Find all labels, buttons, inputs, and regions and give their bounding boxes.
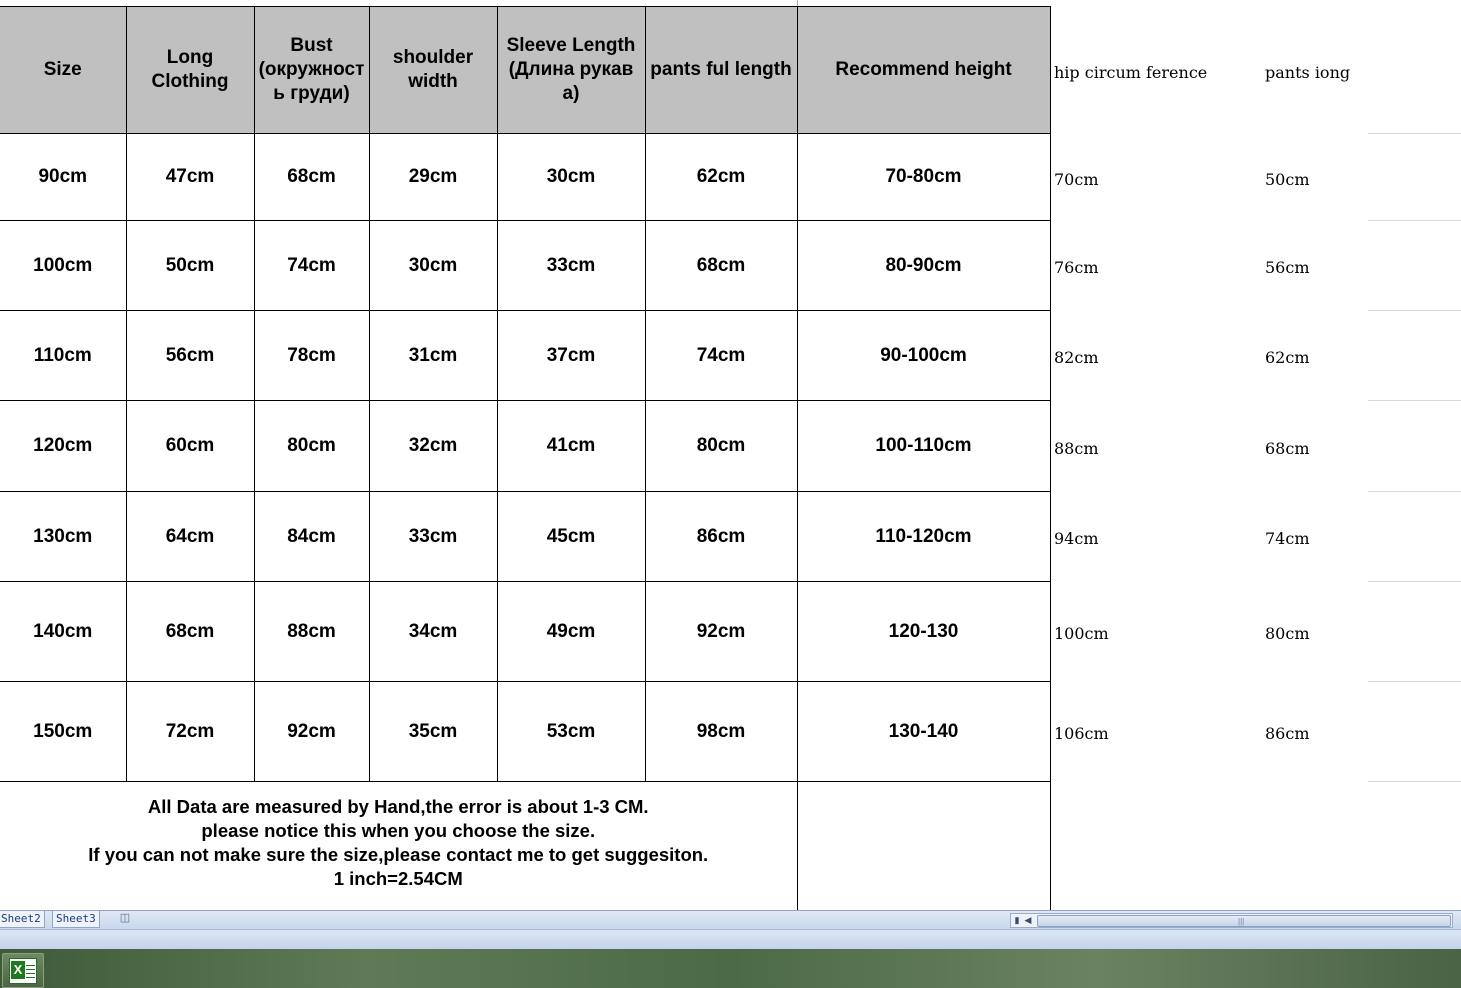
- table-row: 90cm 47cm 68cm 29cm 30cm 62cm 70-80cm: [0, 133, 1051, 221]
- table-cell[interactable]: 82cm: [1054, 348, 1099, 367]
- header-recommend-height[interactable]: Recommend height: [796, 6, 1051, 134]
- excel-taskbar-button[interactable]: X: [2, 953, 44, 988]
- header-pants-long[interactable]: pants iong: [1265, 63, 1350, 82]
- table-cell[interactable]: 45cm: [496, 491, 646, 582]
- scroll-left-icon[interactable]: ◀: [1022, 914, 1034, 927]
- header-sleeve-length[interactable]: Sleeve Length (Длина рукав а): [496, 6, 646, 134]
- table-row: 150cm 72cm 92cm 35cm 53cm 98cm 130-140: [0, 681, 1051, 782]
- empty-cell[interactable]: [796, 781, 1051, 910]
- table-cell[interactable]: 68cm: [644, 220, 798, 311]
- table-cell[interactable]: 34cm: [368, 581, 498, 682]
- table-cell[interactable]: 120-130: [796, 581, 1051, 682]
- table-cell[interactable]: 100cm: [0, 220, 127, 311]
- table-cell[interactable]: 62cm: [1265, 348, 1310, 367]
- table-cell[interactable]: 41cm: [496, 400, 646, 492]
- table-cell[interactable]: 68cm: [253, 133, 370, 221]
- scrollbar-thumb[interactable]: |||: [1037, 915, 1451, 927]
- measurement-note[interactable]: All Data are measured by Hand,the error …: [0, 781, 798, 910]
- table-cell[interactable]: 74cm: [644, 310, 798, 401]
- header-size[interactable]: Size: [0, 6, 127, 134]
- header-long-clothing[interactable]: Long Clothing: [125, 6, 255, 134]
- table-cell[interactable]: 49cm: [496, 581, 646, 682]
- table-cell[interactable]: 80cm: [253, 400, 370, 492]
- sheet-tab-bar: Sheet2 Sheet3 ◫ ▮ ◀ |||: [0, 910, 1461, 929]
- insert-sheet-icon[interactable]: ◫: [118, 912, 132, 925]
- table-row: 120cm 60cm 80cm 32cm 41cm 80cm 100-110cm: [0, 400, 1051, 492]
- taskbar: X: [0, 949, 1461, 988]
- table-cell[interactable]: 110cm: [0, 310, 127, 401]
- table-cell[interactable]: 37cm: [496, 310, 646, 401]
- table-cell[interactable]: 80cm: [1265, 624, 1310, 643]
- table-cell[interactable]: 150cm: [0, 681, 127, 782]
- spreadsheet-area[interactable]: Size Long Clothing Bust (окружност ь груди)…: [0, 0, 1461, 910]
- header-pants-full-length[interactable]: pants ful length: [644, 6, 798, 134]
- table-row: 130cm 64cm 84cm 33cm 45cm 86cm 110-120cm: [0, 491, 1051, 582]
- table-cell[interactable]: 56cm: [125, 310, 255, 401]
- table-cell[interactable]: 110-120cm: [796, 491, 1051, 582]
- header-shoulder-width[interactable]: shoulder width: [368, 6, 498, 134]
- table-cell[interactable]: 56cm: [1265, 258, 1310, 277]
- header-bust[interactable]: Bust (окружност ь груди): [253, 6, 370, 134]
- table-cell[interactable]: 90-100cm: [796, 310, 1051, 401]
- size-table: Size Long Clothing Bust (окружност ь груди)…: [0, 6, 1051, 910]
- table-cell[interactable]: 78cm: [253, 310, 370, 401]
- tab-sheet3[interactable]: Sheet3: [52, 911, 100, 928]
- status-bar: [0, 929, 1461, 950]
- table-cell[interactable]: 94cm: [1054, 529, 1099, 548]
- table-cell[interactable]: 33cm: [368, 491, 498, 582]
- table-cell[interactable]: 30cm: [496, 133, 646, 221]
- table-header-row: Size Long Clothing Bust (окружност ь груди)…: [0, 6, 1051, 134]
- table-cell[interactable]: 74cm: [253, 220, 370, 311]
- table-cell[interactable]: 33cm: [496, 220, 646, 311]
- table-cell[interactable]: 64cm: [125, 491, 255, 582]
- table-row: 110cm 56cm 78cm 31cm 37cm 74cm 90-100cm: [0, 310, 1051, 401]
- horizontal-scrollbar[interactable]: ▮ ◀ |||: [1010, 913, 1453, 928]
- table-row: 140cm 68cm 88cm 34cm 49cm 92cm 120-130: [0, 581, 1051, 682]
- table-cell[interactable]: 120cm: [0, 400, 127, 492]
- table-cell[interactable]: 130cm: [0, 491, 127, 582]
- table-cell[interactable]: 31cm: [368, 310, 498, 401]
- table-cell[interactable]: 30cm: [368, 220, 498, 311]
- table-cell[interactable]: 74cm: [1265, 529, 1310, 548]
- tab-sheet2[interactable]: Sheet2: [0, 911, 45, 928]
- table-cell[interactable]: 70-80cm: [796, 133, 1051, 221]
- table-cell[interactable]: 92cm: [644, 581, 798, 682]
- table-row: 100cm 50cm 74cm 30cm 33cm 68cm 80-90cm: [0, 220, 1051, 311]
- table-cell[interactable]: 68cm: [1265, 439, 1310, 458]
- table-cell[interactable]: 130-140: [796, 681, 1051, 782]
- note-row: All Data are measured by Hand,the error …: [0, 781, 1051, 910]
- table-cell[interactable]: 92cm: [253, 681, 370, 782]
- excel-icon: X: [9, 958, 37, 984]
- table-cell[interactable]: 70cm: [1054, 170, 1099, 189]
- table-cell[interactable]: 47cm: [125, 133, 255, 221]
- table-cell[interactable]: 68cm: [125, 581, 255, 682]
- table-cell[interactable]: 72cm: [125, 681, 255, 782]
- table-cell[interactable]: 88cm: [1054, 439, 1099, 458]
- table-cell[interactable]: 80-90cm: [796, 220, 1051, 311]
- table-cell[interactable]: 62cm: [644, 133, 798, 221]
- table-cell[interactable]: 86cm: [1265, 724, 1310, 743]
- table-cell[interactable]: 50cm: [1265, 170, 1310, 189]
- table-cell[interactable]: 140cm: [0, 581, 127, 682]
- table-cell[interactable]: 90cm: [0, 133, 127, 221]
- table-cell[interactable]: 35cm: [368, 681, 498, 782]
- table-cell[interactable]: 88cm: [253, 581, 370, 682]
- table-cell[interactable]: 76cm: [1054, 258, 1099, 277]
- table-cell[interactable]: 106cm: [1054, 724, 1109, 743]
- table-cell[interactable]: 29cm: [368, 133, 498, 221]
- header-hip-circumference[interactable]: hip circum ference: [1054, 63, 1207, 82]
- table-cell[interactable]: 100cm: [1054, 624, 1109, 643]
- table-cell[interactable]: 50cm: [125, 220, 255, 311]
- table-cell[interactable]: 84cm: [253, 491, 370, 582]
- table-cell[interactable]: 100-110cm: [796, 400, 1051, 492]
- table-cell[interactable]: 80cm: [644, 400, 798, 492]
- table-cell[interactable]: 60cm: [125, 400, 255, 492]
- table-cell[interactable]: 53cm: [496, 681, 646, 782]
- table-cell[interactable]: 98cm: [644, 681, 798, 782]
- table-cell[interactable]: 32cm: [368, 400, 498, 492]
- table-cell[interactable]: 86cm: [644, 491, 798, 582]
